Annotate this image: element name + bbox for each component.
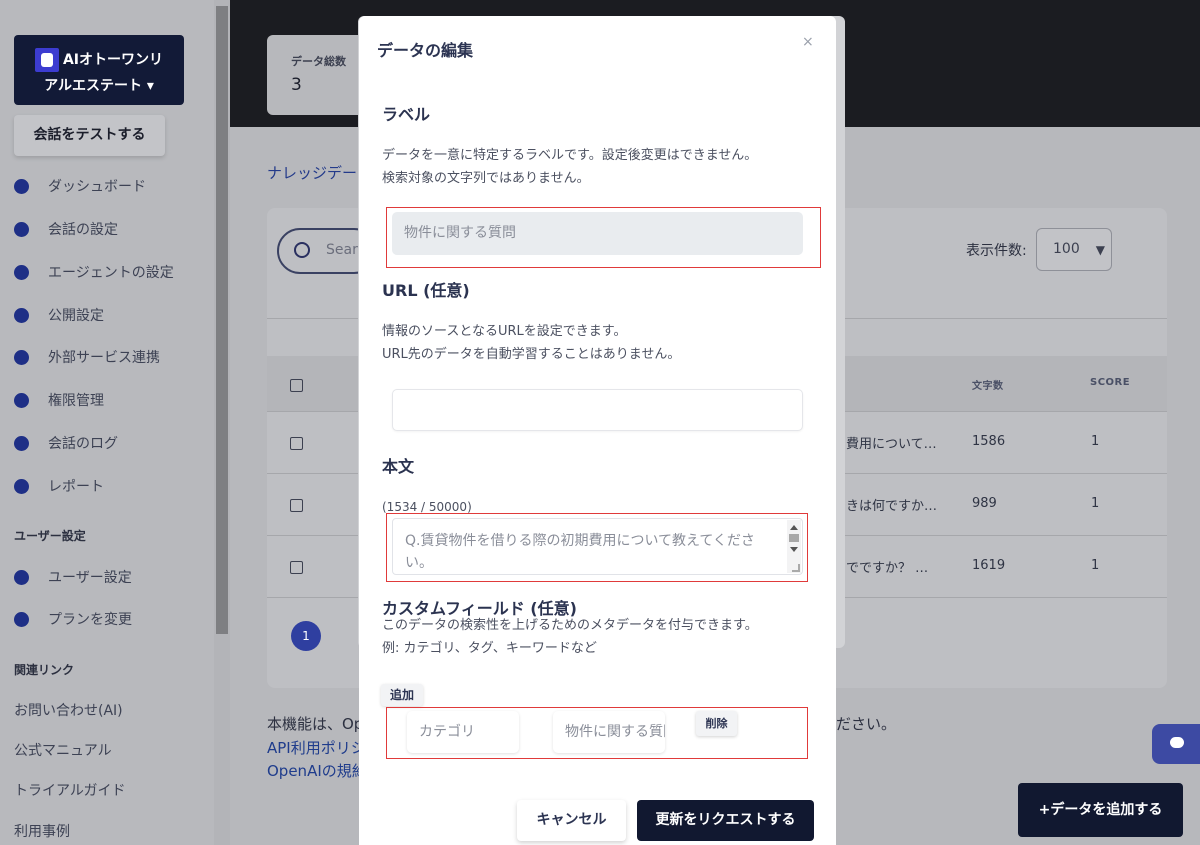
column-header-score[interactable]: SCORE <box>1090 377 1130 388</box>
scroll-up-icon[interactable] <box>790 525 798 530</box>
chat-bubble-icon <box>14 222 29 237</box>
search-placeholder: Sear <box>326 242 358 258</box>
delete-field-button[interactable]: 削除 <box>696 711 737 736</box>
column-header-chars[interactable]: 文字数 <box>972 377 1004 392</box>
url-heading: URL (任意) <box>382 281 470 300</box>
body-heading: 本文 <box>382 457 415 476</box>
row-text[interactable]: 費用について… <box>846 433 937 452</box>
related-link-trial-guide[interactable]: トライアルガイド <box>14 780 125 800</box>
chat-bubble-icon <box>1170 737 1184 748</box>
url-input[interactable] <box>392 389 803 431</box>
rocket-icon <box>14 612 29 627</box>
row-chars: 1586 <box>972 434 1006 449</box>
footer-notice-end: ださい。 <box>836 715 897 733</box>
sidebar-item-label: 外部サービス連携 <box>48 350 160 366</box>
modal-title: データの編集 <box>377 41 474 60</box>
sidebar-item-label: 権限管理 <box>48 393 104 409</box>
test-conversation-button[interactable]: 会話をテストする <box>14 115 165 156</box>
related-link-manual[interactable]: 公式マニュアル <box>14 740 112 760</box>
link-icon <box>14 350 29 365</box>
per-page-value: 100 <box>1053 241 1080 257</box>
label-help-1: データを一意に特定するラベルです。設定後変更はできません。 <box>382 148 758 163</box>
sidebar-item-label: ユーザー設定 <box>48 570 132 586</box>
row-chars: 1619 <box>972 558 1006 573</box>
row-chars: 989 <box>972 496 997 511</box>
url-help-1: 情報のソースとなるURLを設定できます。 <box>382 324 627 339</box>
sidebar-item-label: 公開設定 <box>48 308 104 324</box>
row-checkbox[interactable] <box>290 437 303 450</box>
label-input[interactable]: 物件に関する質問 <box>392 212 803 255</box>
list-icon <box>14 436 29 451</box>
compass-icon <box>14 479 29 494</box>
select-all-checkbox[interactable] <box>290 379 303 392</box>
label-help-2: 検索対象の文字列ではありません。 <box>382 171 590 186</box>
brand-name: AIオトーワンリ <box>62 52 164 68</box>
related-links-section-label: 関連リンク <box>14 663 75 677</box>
per-page-label: 表示件数: <box>966 243 1027 259</box>
custom-field-key-input[interactable]: カテゴリ <box>407 711 519 753</box>
label-heading: ラベル <box>382 105 431 124</box>
row-text[interactable]: でですか？ … <box>846 557 928 576</box>
api-policy-link[interactable]: API利用ポリシ <box>267 737 366 758</box>
search-icon <box>294 242 310 258</box>
row-checkbox[interactable] <box>290 561 303 574</box>
row-score: 1 <box>1091 496 1100 511</box>
row-text[interactable]: きは何ですか… <box>846 495 937 514</box>
body-textarea[interactable]: Q.賃貸物件を借りる際の初期費用について教えてください。 <box>392 518 803 575</box>
row-score: 1 <box>1091 558 1100 573</box>
cancel-button[interactable]: キャンセル <box>517 800 626 841</box>
scrollbar-thumb[interactable] <box>789 534 799 542</box>
scroll-down-icon[interactable] <box>790 547 798 552</box>
sidebar-item-label: ダッシュボード <box>48 179 146 195</box>
openai-terms-link[interactable]: OpenAIの規約 <box>267 760 367 781</box>
footer-notice: 本機能は、Op <box>267 715 364 733</box>
add-data-button[interactable]: +データを追加する <box>1018 783 1183 837</box>
url-help-2: URL先のデータを自動学習することはありません。 <box>382 347 681 362</box>
globe-icon <box>14 308 29 323</box>
custom-field-help-2: 例: カテゴリ、タグ、キーワードなど <box>382 641 597 656</box>
custom-field-help-1: このデータの検索性を上げるためのメタデータを付与できます。 <box>382 618 758 633</box>
knowledge-data-title: ナレッジデー <box>267 164 358 182</box>
close-icon[interactable]: × <box>802 34 814 50</box>
body-text: Q.賃貸物件を借りる際の初期費用について教えてください。 <box>405 533 755 571</box>
sidebar-item-label: レポート <box>48 479 104 495</box>
bar-chart-icon <box>14 570 29 585</box>
pie-chart-icon <box>14 179 29 194</box>
smiley-icon <box>14 265 29 280</box>
brand-subname: アルエステート ▾ <box>44 78 154 94</box>
custom-field-value-input[interactable]: 物件に関する質問 <box>553 711 665 753</box>
brand-selector[interactable]: AIオトーワンリ アルエステート ▾ <box>14 35 184 105</box>
per-page-select[interactable]: 100 ▼ <box>1036 228 1112 271</box>
sidebar-item-label: プランを変更 <box>48 612 132 628</box>
add-field-button[interactable]: 追加 <box>381 684 423 706</box>
chevron-down-icon: ▼ <box>1095 243 1105 257</box>
related-link-use-cases[interactable]: 利用事例 <box>14 821 70 841</box>
chat-widget-button[interactable] <box>1152 724 1200 764</box>
dog-logo-icon <box>34 48 59 72</box>
sidebar-scrollbar-thumb[interactable] <box>216 6 228 634</box>
row-score: 1 <box>1091 434 1100 449</box>
sidebar-item-label: エージェントの設定 <box>48 265 174 281</box>
sidebar-item-label: 会話のログ <box>48 436 118 452</box>
sidebar-item-label: 会話の設定 <box>48 222 118 238</box>
resize-grip-icon[interactable] <box>792 564 800 572</box>
submit-update-button[interactable]: 更新をリクエストする <box>637 800 814 841</box>
pagination-page-1[interactable]: 1 <box>291 621 321 651</box>
user-settings-section-label: ユーザー設定 <box>14 529 86 543</box>
row-checkbox[interactable] <box>290 499 303 512</box>
body-char-count: (1534 / 50000) <box>382 500 472 514</box>
related-link-contact[interactable]: お問い合わせ(AI) <box>14 700 123 720</box>
user-circle-icon <box>14 393 29 408</box>
